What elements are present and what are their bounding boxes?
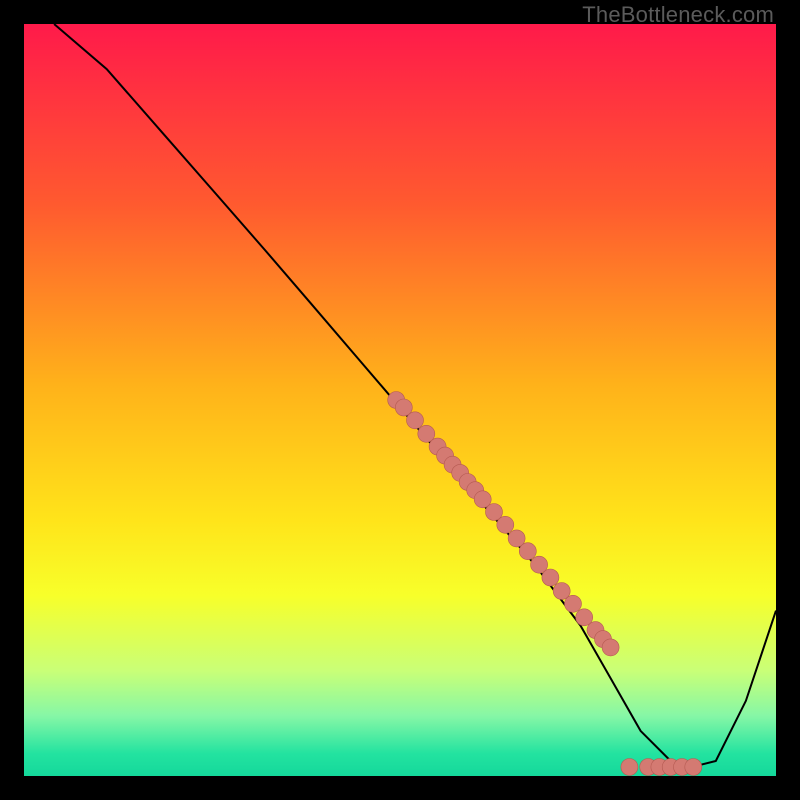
marker-point (602, 639, 619, 656)
chart-stage: TheBottleneck.com (0, 0, 800, 800)
marker-point (542, 569, 559, 586)
marker-point (621, 759, 638, 776)
marker-point (407, 412, 424, 429)
marker-point (685, 759, 702, 776)
marker-point (565, 595, 582, 612)
marker-point (519, 543, 536, 560)
plot-svg (24, 24, 776, 776)
marker-point (497, 516, 514, 533)
plot-area (24, 24, 776, 776)
